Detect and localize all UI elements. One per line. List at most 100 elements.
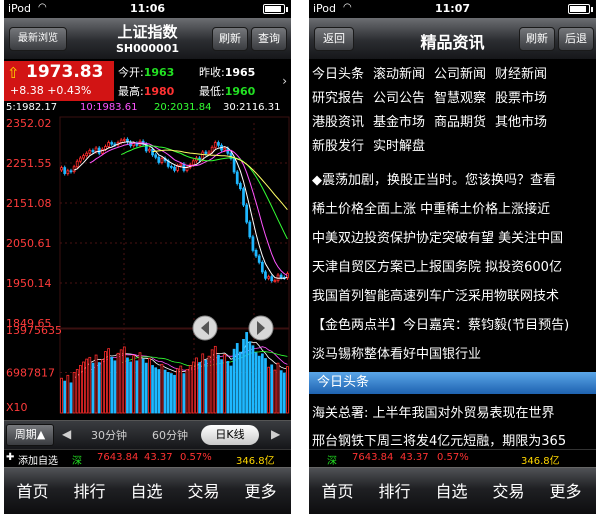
open-cell: 今开:1963: [118, 64, 174, 80]
volume-bar: [166, 372, 170, 414]
candle: [110, 142, 114, 145]
volume-bar: [264, 358, 267, 414]
volume-bar: [210, 349, 214, 414]
volume-bar: [157, 369, 161, 414]
volume-bar: [113, 360, 117, 414]
period-60min[interactable]: 60分钟: [152, 427, 188, 443]
category-link[interactable]: 财经新闻: [495, 63, 547, 82]
volume-bar: [144, 362, 148, 414]
category-link[interactable]: 公司新闻: [434, 63, 486, 82]
category-link[interactable]: 股票市场: [495, 87, 547, 106]
refresh-button[interactable]: 刷新: [519, 27, 555, 51]
category-link[interactable]: 实时解盘: [373, 135, 425, 154]
prev-period-icon[interactable]: ◀: [62, 427, 71, 441]
low-value: 1960: [224, 85, 256, 98]
volume-tick-label: X10: [6, 401, 28, 414]
plus-icon[interactable]: ✚: [6, 452, 14, 463]
clock: 11:06: [129, 2, 165, 15]
headline-item[interactable]: 【金色两点半】今日嘉宾：蔡钧毅(节目预告): [312, 314, 596, 333]
tab-home[interactable]: 首页: [4, 468, 61, 514]
tab-watchlist[interactable]: 自选: [118, 468, 175, 514]
period-day-k[interactable]: 日K线: [201, 425, 259, 445]
category-link[interactable]: 滚动新闻: [373, 63, 425, 82]
price-tick-label: 2352.02: [6, 117, 52, 130]
tab-ranking[interactable]: 排行: [61, 468, 118, 514]
tab-watchlist[interactable]: 自选: [423, 468, 480, 514]
prev-close-value: 1965: [224, 66, 256, 79]
volume-bar: [116, 352, 120, 414]
volume-bar: [141, 358, 145, 414]
tab-more[interactable]: 更多: [232, 468, 289, 514]
volume-bar: [254, 352, 258, 414]
ma30-value: 30:2116.31: [223, 102, 281, 113]
headline-item[interactable]: ◆震荡加剧，换股正当时。您该换吗？查看: [312, 169, 596, 188]
candle: [169, 166, 173, 168]
category-link[interactable]: 公司公告: [373, 87, 425, 106]
headline-item[interactable]: 我国首列智能高速列车广泛采用物联网技术: [312, 285, 596, 304]
zoom-in-icon[interactable]: [248, 315, 274, 341]
headline-item[interactable]: 稀土价格全面上涨 中重稀土价格上涨接近: [312, 198, 596, 217]
nav-bar: 最新浏览 上证指数 SH000001 刷新 查询: [4, 18, 291, 60]
low-label: 最低:: [199, 85, 225, 98]
headline-item[interactable]: 中美双边投资保护协定突破有望 美关注中国: [312, 227, 596, 246]
high-label: 最高:: [118, 85, 144, 98]
tab-ranking[interactable]: 排行: [366, 468, 423, 514]
query-button[interactable]: 查询: [251, 27, 287, 51]
category-link[interactable]: 今日头条: [312, 63, 364, 82]
volume-bar: [148, 358, 151, 414]
price-panel-border: [59, 116, 290, 330]
volume-bar: [151, 365, 154, 414]
candle: [254, 250, 258, 257]
go-back-button[interactable]: 后退: [558, 27, 594, 51]
candle: [257, 255, 261, 263]
category-link[interactable]: 新股发行: [312, 135, 364, 154]
candle: [85, 152, 89, 157]
volume-bar: [213, 345, 217, 414]
category-link[interactable]: 其他市场: [495, 111, 547, 130]
category-link[interactable]: 研究报告: [312, 87, 364, 106]
tab-trade[interactable]: 交易: [175, 468, 232, 514]
refresh-button[interactable]: 刷新: [212, 27, 248, 51]
open-value: 1963: [143, 66, 175, 79]
period-30min[interactable]: 30分钟: [91, 427, 127, 443]
volume-bar: [273, 369, 277, 414]
period-button[interactable]: 周期▲: [6, 424, 54, 446]
zoom-out-icon[interactable]: [192, 315, 218, 341]
index-percent: 0.57%: [437, 452, 469, 463]
candle: [191, 160, 195, 166]
headline-item[interactable]: 邢台钢铁下周三将发4亿元短融，期限为365: [312, 430, 596, 449]
volume-bar: [135, 360, 139, 414]
chevron-right-icon[interactable]: ›: [282, 74, 287, 88]
volume-bar: [239, 351, 242, 414]
headline-item[interactable]: 海关总署: 上半年我国对外贸易表现在世界: [312, 402, 596, 421]
price-tick-label: 2251.55: [6, 157, 52, 170]
recent-browse-button[interactable]: 最新浏览: [9, 27, 67, 51]
page-title: 精品资讯: [420, 33, 485, 52]
volume-bar: [182, 373, 186, 414]
headline-item[interactable]: 天津自贸区方案已上报国务院 拟投资600亿: [312, 256, 596, 275]
volume-bar: [279, 370, 283, 414]
current-price: 1973.83: [26, 62, 104, 82]
category-link[interactable]: 商品期货: [434, 111, 486, 130]
volume-bar: [119, 349, 123, 414]
add-watchlist-link[interactable]: 添加自选: [18, 452, 58, 467]
category-link[interactable]: 基金市场: [373, 111, 425, 130]
tab-trade[interactable]: 交易: [480, 468, 537, 514]
prev-close-label: 昨收:: [199, 66, 225, 79]
candle: [204, 151, 208, 155]
volume-bar: [63, 380, 67, 414]
candle: [157, 156, 161, 163]
headline-item[interactable]: 淡马锡称整体看好中国银行业: [312, 343, 596, 362]
back-button[interactable]: 返回: [314, 27, 354, 51]
next-period-icon[interactable]: ▶: [271, 427, 280, 441]
candle: [60, 167, 63, 171]
category-link[interactable]: 港股资讯: [312, 111, 364, 130]
period-bar: 周期▲ ◀ 30分钟 60分钟 日K线 ▶: [4, 420, 291, 449]
tab-more[interactable]: 更多: [537, 468, 594, 514]
tab-home[interactable]: 首页: [309, 468, 366, 514]
candle: [245, 204, 249, 223]
volume-bar: [251, 345, 255, 414]
volume-bar: [260, 353, 264, 414]
category-link[interactable]: 智慧观察: [434, 87, 486, 106]
kline-chart[interactable]: 2352.022251.552151.082050.611950.141849.…: [4, 115, 291, 420]
